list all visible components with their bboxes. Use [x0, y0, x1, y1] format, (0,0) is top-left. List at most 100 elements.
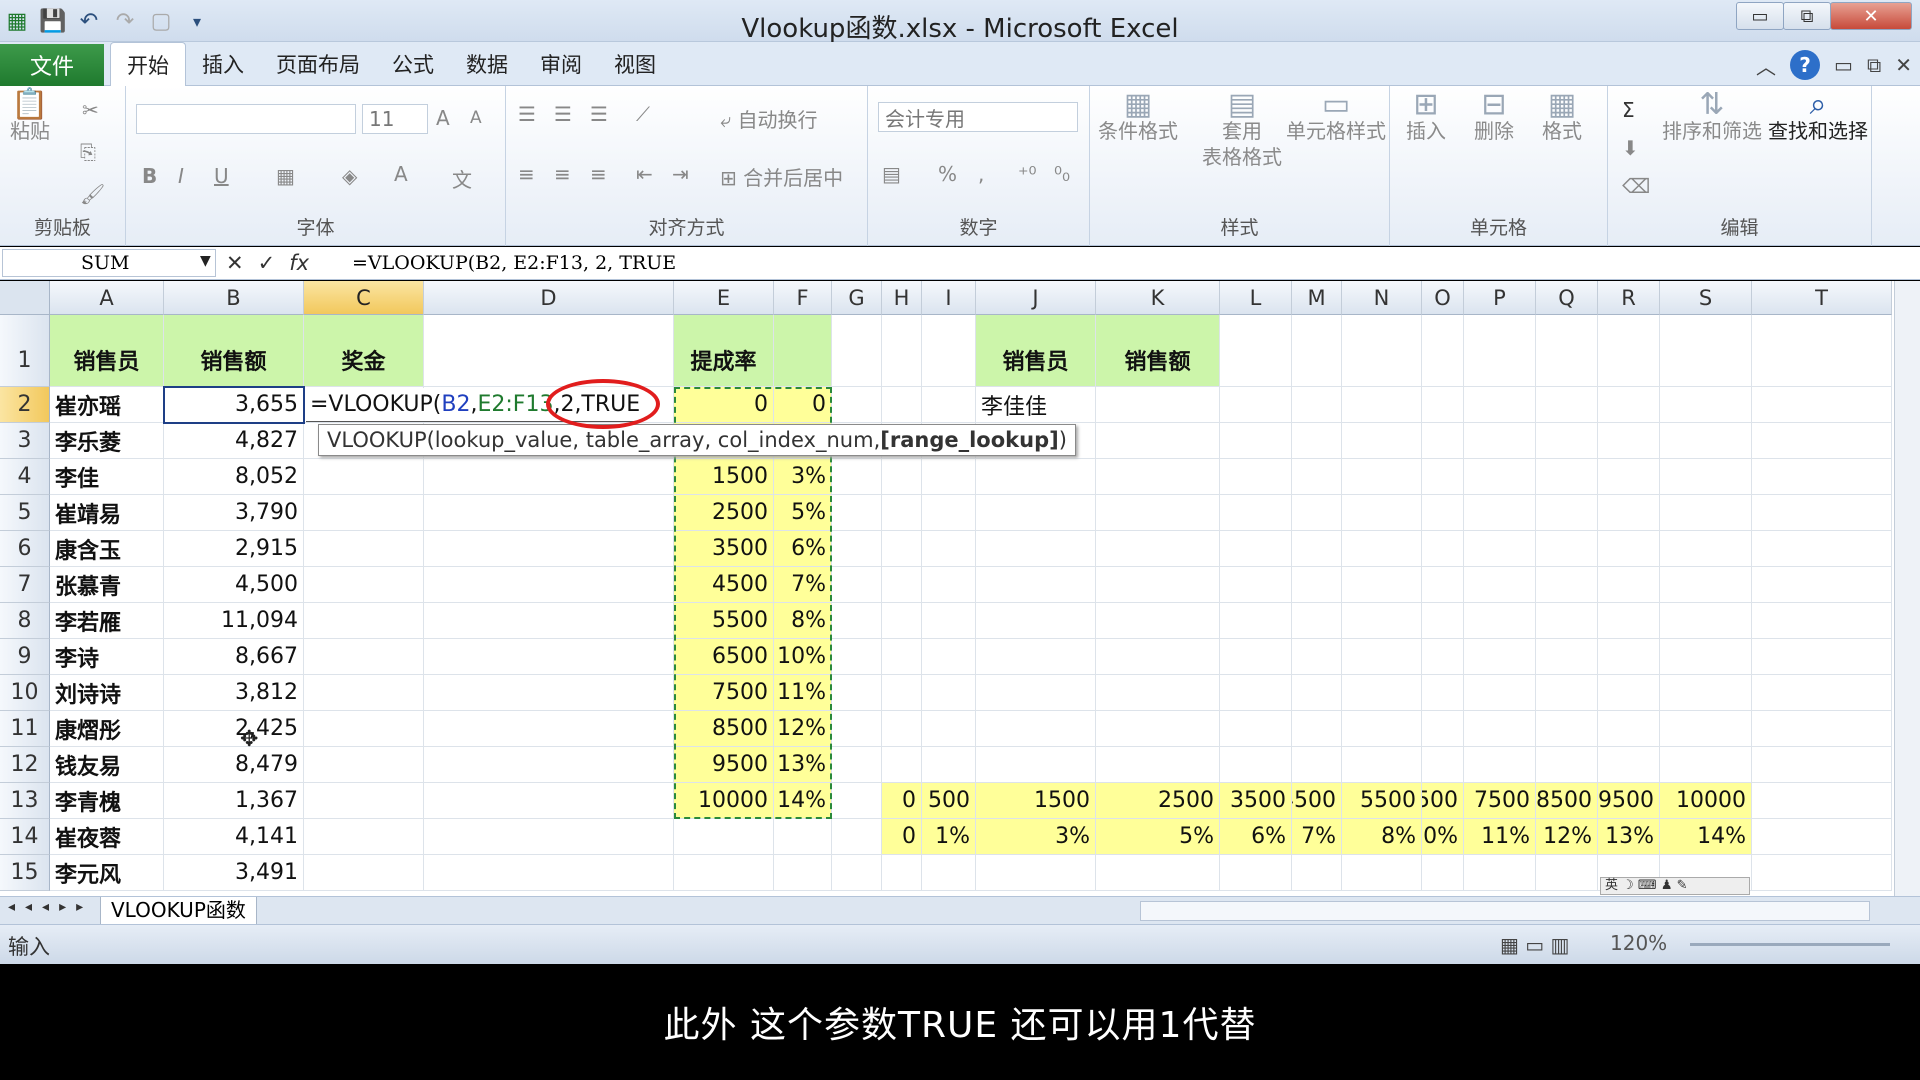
empty-cell[interactable]	[1536, 495, 1598, 531]
sales-amount[interactable]: 2,915	[164, 531, 304, 567]
empty-cell[interactable]	[1752, 747, 1892, 783]
sales-amount[interactable]: 8,479	[164, 747, 304, 783]
empty-cell[interactable]	[304, 711, 424, 747]
empty-cell[interactable]	[1422, 747, 1464, 783]
column-header-g[interactable]: G	[832, 281, 882, 315]
empty-cell[interactable]	[976, 531, 1096, 567]
autosum-button[interactable]: Σ	[1622, 98, 1635, 122]
empty-cell[interactable]	[1660, 387, 1752, 423]
empty-cell[interactable]	[424, 567, 674, 603]
empty-cell[interactable]	[304, 747, 424, 783]
orientation-icon[interactable]: ⟋	[636, 102, 650, 126]
empty-cell[interactable]	[1422, 387, 1464, 423]
empty-cell[interactable]	[1464, 675, 1536, 711]
empty-cell[interactable]	[424, 531, 674, 567]
empty-cell[interactable]	[424, 675, 674, 711]
tab-home[interactable]: 开始	[110, 42, 186, 87]
empty-cell[interactable]	[424, 639, 674, 675]
empty-cell[interactable]	[976, 495, 1096, 531]
empty-cell[interactable]	[976, 675, 1096, 711]
rate-percent[interactable]: 11%	[774, 675, 832, 711]
empty-cell[interactable]	[1220, 423, 1292, 459]
empty-cell[interactable]	[922, 855, 976, 891]
empty-cell[interactable]	[1464, 459, 1536, 495]
empty-cell[interactable]	[1292, 747, 1342, 783]
format-as-table-button[interactable]: ▤ 套用 表格格式	[1202, 90, 1282, 170]
empty-cell[interactable]	[1292, 639, 1342, 675]
merge-center-button[interactable]: ⊞ 合并后居中	[720, 162, 843, 191]
sales-amount[interactable]: 4,141	[164, 819, 304, 855]
help-icon[interactable]: ?	[1790, 50, 1821, 80]
rate-percent[interactable]: 5%	[774, 495, 832, 531]
empty-cell[interactable]	[976, 639, 1096, 675]
hlookup-rate[interactable]: 8%	[1342, 819, 1422, 855]
header-rate-blank[interactable]	[774, 315, 832, 387]
insert-function-icon[interactable]: fx	[289, 251, 309, 275]
empty-cell[interactable]	[1220, 639, 1292, 675]
hlookup-rate[interactable]: 13%	[1598, 819, 1660, 855]
rate-percent[interactable]: 7%	[774, 567, 832, 603]
column-header-n[interactable]: N	[1342, 281, 1422, 315]
empty-cell[interactable]	[424, 711, 674, 747]
empty-cell[interactable]	[1096, 747, 1220, 783]
cell-styles-button[interactable]: ▭ 单元格样式	[1286, 90, 1386, 144]
horizontal-scrollbar[interactable]	[1140, 901, 1870, 921]
column-header-q[interactable]: Q	[1536, 281, 1598, 315]
empty-cell[interactable]	[1598, 567, 1660, 603]
hlookup-threshold[interactable]: 6500	[1422, 783, 1464, 819]
tab-view[interactable]: 视图	[598, 42, 672, 86]
rate-threshold[interactable]: 9500	[674, 747, 774, 783]
row-header-6[interactable]: 6	[0, 531, 50, 567]
empty-cell[interactable]	[1292, 315, 1342, 387]
close-button[interactable]: ✕	[1830, 2, 1912, 30]
empty-cell[interactable]	[922, 531, 976, 567]
salesperson-name[interactable]: 康熠彤	[50, 711, 164, 747]
tab-formulas[interactable]: 公式	[376, 42, 450, 86]
sheet-tab-vlookup[interactable]: VLOOKUP函数	[100, 897, 257, 925]
empty-cell[interactable]	[1536, 675, 1598, 711]
row-header-10[interactable]: 10	[0, 675, 50, 711]
column-header-i[interactable]: I	[922, 281, 976, 315]
sort-filter-button[interactable]: ⇅ 排序和筛选	[1662, 90, 1762, 144]
hlookup-threshold[interactable]: 8500	[1536, 783, 1598, 819]
font-name-box[interactable]	[136, 104, 356, 134]
empty-cell[interactable]	[1536, 459, 1598, 495]
find-select-button[interactable]: ⌕ 查找和选择	[1768, 90, 1868, 144]
empty-cell[interactable]	[1220, 459, 1292, 495]
empty-cell[interactable]	[976, 747, 1096, 783]
empty-cell[interactable]	[1464, 495, 1536, 531]
empty-cell[interactable]	[1292, 567, 1342, 603]
vertical-scrollbar[interactable]	[1894, 281, 1920, 901]
header-lookup-salesperson[interactable]: 销售员	[976, 315, 1096, 387]
rate-percent[interactable]: 10%	[774, 639, 832, 675]
empty-cell[interactable]	[882, 531, 922, 567]
empty-cell[interactable]	[1752, 855, 1892, 891]
empty-cell[interactable]	[1220, 603, 1292, 639]
empty-cell[interactable]	[1342, 459, 1422, 495]
empty-cell[interactable]	[424, 819, 674, 855]
empty-cell[interactable]	[1096, 495, 1220, 531]
rate-threshold[interactable]: 10000	[674, 783, 774, 819]
tab-data[interactable]: 数据	[450, 42, 524, 86]
rate-threshold[interactable]: 5500	[674, 603, 774, 639]
empty-cell[interactable]	[882, 387, 922, 423]
workbook-restore-icon[interactable]: ⧉	[1867, 53, 1881, 77]
align-bottom-icon[interactable]: ☰	[590, 102, 608, 126]
empty-cell[interactable]	[1292, 855, 1342, 891]
hlookup-rate[interactable]: 5%	[1096, 819, 1220, 855]
salesperson-name[interactable]: 康含玉	[50, 531, 164, 567]
empty-cell[interactable]	[1660, 747, 1752, 783]
empty-cell[interactable]	[882, 855, 922, 891]
sales-amount[interactable]: 3,491	[164, 855, 304, 891]
rate-threshold[interactable]: 7500	[674, 675, 774, 711]
empty-cell[interactable]	[1598, 747, 1660, 783]
column-header-e[interactable]: E	[674, 281, 774, 315]
column-header-a[interactable]: A	[50, 281, 164, 315]
row-header-1[interactable]: 1	[0, 315, 50, 387]
empty-cell[interactable]	[304, 603, 424, 639]
formula-input[interactable]: =VLOOKUP(B2, E2:F13, 2, TRUE	[352, 249, 676, 277]
clear-icon[interactable]: ⌫	[1622, 174, 1650, 198]
name-box[interactable]: SUM	[2, 249, 216, 277]
empty-cell[interactable]	[774, 819, 832, 855]
empty-cell[interactable]	[1422, 531, 1464, 567]
